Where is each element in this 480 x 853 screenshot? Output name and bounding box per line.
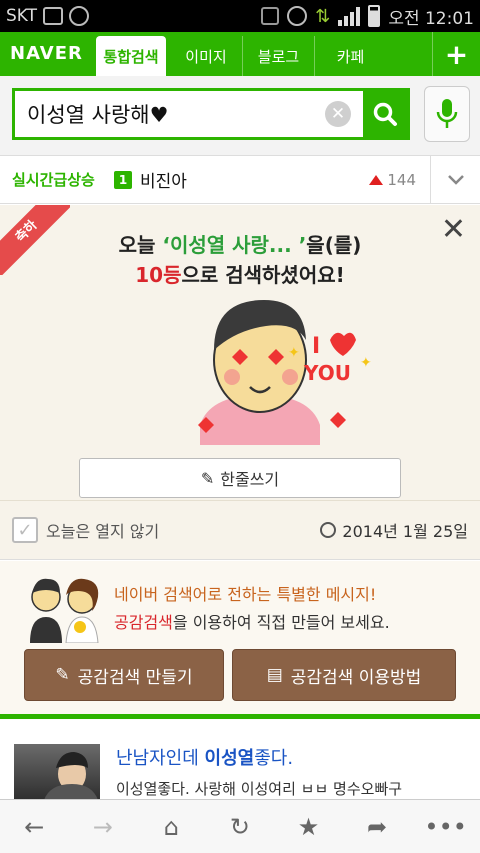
refresh-icon[interactable]: ↻ bbox=[210, 813, 270, 841]
search-result-item[interactable]: 난남자인데 이성열좋다. 이성열좋다. 사랑해 이성여리 ㅂㅂ 명수오빠구 bbox=[0, 724, 480, 800]
browser-bottom-navigation: ← → ⌂ ↻ ★ ➦ ••• bbox=[0, 799, 480, 853]
search-date: 2014년 1월 25일 bbox=[320, 518, 468, 542]
home-icon[interactable]: ⌂ bbox=[141, 813, 201, 841]
pencil-icon: ✎ bbox=[200, 468, 215, 488]
congratulations-panel: 축하 ✕ 오늘 ‘이성열 사랑... ’을(를) 10등으로 검색하셨어요! I… bbox=[0, 205, 480, 500]
clear-search-button[interactable]: ✕ bbox=[325, 101, 351, 127]
search-area: 이성열 사랑해♥ ✕ bbox=[0, 76, 480, 156]
realtime-trending-bar[interactable]: 실시간급상승 1 비진아 144 bbox=[0, 155, 480, 204]
carrier-label: SKT bbox=[6, 6, 38, 26]
pencil-icon: ✎ bbox=[55, 665, 70, 685]
tab-integrated-search[interactable]: 통합검색 bbox=[96, 36, 166, 76]
write-one-line-label: 한줄쓰기 bbox=[220, 470, 280, 489]
trending-expand-button[interactable] bbox=[430, 155, 480, 204]
clock-time: 오전 12:01 bbox=[388, 8, 474, 29]
chevron-down-icon bbox=[447, 174, 464, 185]
result-thumbnail[interactable] bbox=[14, 744, 100, 800]
make-empathy-search-button[interactable]: ✎ 공감검색 만들기 bbox=[24, 649, 224, 701]
status-bar: SKT ⇅ 오전 12:01 bbox=[0, 0, 480, 32]
naver-logo[interactable]: NAVER bbox=[0, 43, 96, 76]
empathy-headline: 네이버 검색어로 전하는 특별한 메시지! bbox=[114, 585, 377, 604]
congrats-message-line2: 10등으로 검색하셨어요! bbox=[135, 263, 345, 287]
empathy-search-promo: 네이버 검색어로 전하는 특별한 메시지! 공감검색을 이용하여 직접 만들어 … bbox=[0, 561, 480, 719]
top-navigation: NAVER 통합검색 이미지 블로그 카페 + bbox=[0, 32, 480, 76]
svg-text:I: I bbox=[312, 334, 320, 359]
empathy-search-guide-label: 공감검색 이용방법 bbox=[290, 667, 422, 688]
forward-arrow-icon[interactable]: → bbox=[73, 813, 133, 841]
mute-icon bbox=[261, 7, 280, 25]
document-icon: ▤ bbox=[266, 665, 283, 685]
svg-text:YOU: YOU bbox=[303, 361, 351, 385]
svg-text:✦: ✦ bbox=[288, 345, 300, 361]
congrats-message-line1: 오늘 ‘이성열 사랑... ’을(를) bbox=[118, 233, 362, 257]
empathy-description: 공감검색을 이용하여 직접 만들어 보세요. bbox=[114, 613, 390, 632]
trending-count: 144 bbox=[369, 171, 430, 189]
search-input[interactable]: 이성열 사랑해♥ bbox=[15, 99, 325, 129]
tab-blog[interactable]: 블로그 bbox=[242, 36, 314, 76]
svg-text:✦: ✦ bbox=[360, 355, 372, 371]
tab-cafe[interactable]: 카페 bbox=[314, 36, 386, 76]
more-icon[interactable]: ••• bbox=[416, 813, 476, 841]
love-sticker-illustration: I YOU ✦ ✦ bbox=[198, 300, 372, 445]
couple-illustration bbox=[30, 578, 99, 643]
share-icon[interactable]: ➦ bbox=[347, 813, 407, 841]
dont-open-today-label[interactable]: 오늘은 열지 않기 bbox=[46, 518, 159, 542]
tab-images[interactable]: 이미지 bbox=[170, 36, 242, 76]
search-icon bbox=[373, 102, 397, 126]
make-empathy-search-label: 공감검색 만들기 bbox=[77, 667, 193, 688]
add-tab-button[interactable]: + bbox=[432, 32, 480, 76]
trending-label: 실시간급상승 bbox=[12, 171, 95, 189]
result-title[interactable]: 난남자인데 이성열좋다. bbox=[116, 744, 293, 770]
write-one-line-button[interactable]: ✎ 한줄쓰기 bbox=[79, 458, 401, 498]
rank-badge: 1 bbox=[114, 170, 132, 189]
clock-icon bbox=[320, 522, 337, 538]
microphone-icon bbox=[436, 99, 458, 128]
trending-keyword[interactable]: 비진아 bbox=[140, 167, 187, 192]
dont-open-today-checkbox[interactable]: ✓ bbox=[12, 517, 38, 543]
signal-icon bbox=[338, 6, 361, 26]
result-snippet: 이성열좋다. 사랑해 이성여리 ㅂㅂ 명수오빠구 bbox=[116, 780, 403, 798]
search-box: 이성열 사랑해♥ ✕ bbox=[12, 88, 410, 140]
gallery-icon bbox=[43, 7, 64, 25]
voice-search-button[interactable] bbox=[424, 86, 470, 142]
congrats-options-bar: ✓ 오늘은 열지 않기 2014년 1월 25일 bbox=[0, 500, 480, 560]
wifi-icon: ⇅ bbox=[315, 5, 331, 27]
up-arrow-icon bbox=[369, 174, 384, 185]
back-arrow-icon[interactable]: ← bbox=[4, 813, 64, 841]
empathy-search-guide-button[interactable]: ▤ 공감검색 이용방법 bbox=[232, 649, 456, 701]
search-button[interactable] bbox=[363, 91, 407, 137]
bookmark-star-icon[interactable]: ★ bbox=[279, 813, 339, 841]
battery-icon bbox=[368, 5, 381, 27]
alarm-icon bbox=[287, 6, 308, 26]
media-icon bbox=[69, 6, 90, 26]
